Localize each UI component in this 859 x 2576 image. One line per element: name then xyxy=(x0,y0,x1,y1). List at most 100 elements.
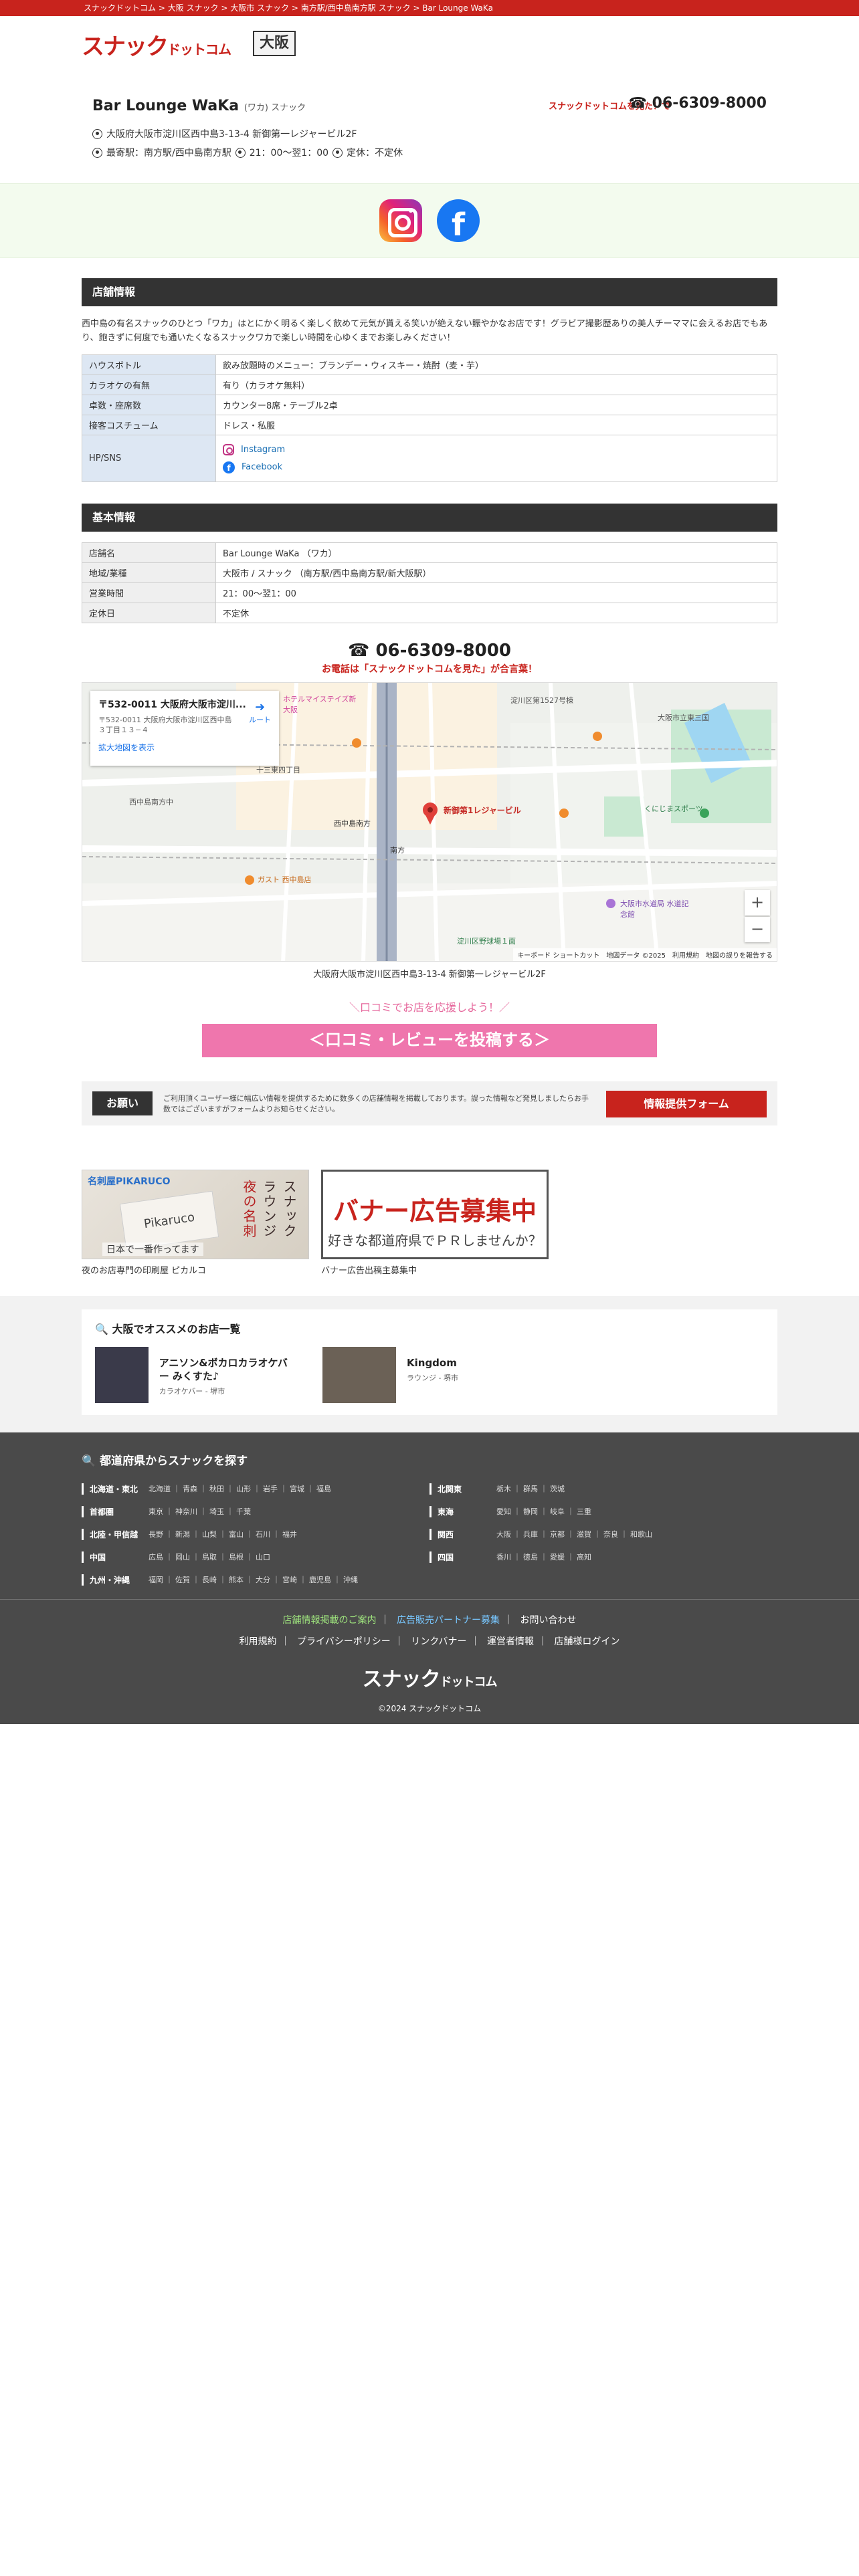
shop-thumbnail xyxy=(322,1347,396,1403)
breadcrumb-item[interactable]: 南方駅/西中島南方駅 スナック xyxy=(301,3,411,13)
clock-icon xyxy=(235,147,246,158)
shop-header: Bar Lounge WaKa (ワカ) スナック スナックドットコムを見た！で… xyxy=(82,60,777,183)
zoom-out-button[interactable]: − xyxy=(745,917,770,942)
banner-caption: バナー広告出稿主募集中 xyxy=(321,1266,417,1276)
info-line: 最寄駅：南方駅/西中島南方駅 21：00〜翌1：00 定休：不定休 xyxy=(92,146,403,159)
region-row: 北海道・東北 北海道 ｜ 青森 ｜ 秋田 ｜ 山形 ｜ 岩手 ｜ 宮城 ｜ 福島 xyxy=(82,1477,430,1500)
row-key: 接客コスチューム xyxy=(82,415,216,435)
prefecture-grid: 北海道・東北 北海道 ｜ 青森 ｜ 秋田 ｜ 山形 ｜ 岩手 ｜ 宮城 ｜ 福島 … xyxy=(82,1477,777,1591)
instagram-icon xyxy=(223,444,234,455)
facebook-icon: f xyxy=(223,461,235,473)
pin-icon xyxy=(92,128,102,139)
footer-link-company[interactable]: 運営者情報 xyxy=(487,1636,534,1647)
banner-ad-recruit[interactable]: バナー広告募集中 好きな都道府県でＰＲしませんか？ バナー広告出稿主募集中 xyxy=(321,1170,549,1276)
row-value: Bar Lounge WaKa （ワカ） xyxy=(215,542,777,563)
shop-info-table: ハウスボトル 飲み放題時のメニュー：ブランデー・ウィスキー・焼酎（麦・芋） カラオ… xyxy=(82,354,777,482)
map-pin-label: 新御第1レジャービル xyxy=(444,806,521,815)
breadcrumb-item[interactable]: 大阪 スナック xyxy=(168,3,219,13)
table-row: ハウスボトル 飲み放題時のメニュー：ブランデー・ウィスキー・焼酎（麦・芋） xyxy=(82,354,777,375)
footer-link-banner[interactable]: リンクバナー xyxy=(411,1636,466,1647)
google-map[interactable]: 新御第1レジャービル 淀川区第1527号棟 大阪市立東三国 西中島南方 南方 十… xyxy=(82,682,777,962)
row-key: 地域/業種 xyxy=(82,562,216,583)
map-info-card: 〒532-0011 大阪府大阪市淀川... 〒532-0011 大阪府大阪市淀川… xyxy=(90,691,279,766)
row-key: カラオケの有無 xyxy=(82,374,216,395)
enlarge-map-link[interactable]: 拡大地図を表示 xyxy=(98,742,271,753)
shop-category: ラウンジ - 堺市 xyxy=(407,1374,458,1382)
search-icon: 🔍 xyxy=(95,1323,108,1335)
footer-title: 🔍 都道府県からスナックを探す xyxy=(82,1455,248,1468)
footer-link-terms[interactable]: 利用規約 xyxy=(240,1636,277,1647)
info-form-button[interactable]: 情報提供フォーム xyxy=(606,1091,767,1117)
directions-icon: ➜ xyxy=(254,700,266,714)
footer-link-login[interactable]: 店舗様ログイン xyxy=(554,1636,619,1647)
instagram-icon[interactable] xyxy=(379,199,422,242)
recommend-title: 🔍 大阪でオススメのお店一覧 xyxy=(95,1323,241,1335)
shop-name: Bar Lounge WaKa (ワカ) スナック xyxy=(92,98,306,114)
row-value: ドレス・私服 xyxy=(215,415,777,435)
table-row: 接客コスチューム ドレス・私服 xyxy=(82,415,777,435)
tel-number[interactable]: ☎ 06-6309-8000 xyxy=(82,641,777,661)
recommend-item[interactable]: アニソン&ボカロカラオケバー みくすた♪ カラオケバー - 堺市 xyxy=(95,1347,296,1403)
map-label: 大阪市水道局 水道記念館 xyxy=(620,899,689,919)
footer-logo[interactable]: スナックドットコム xyxy=(0,1662,859,1692)
footer-link-contact[interactable]: お問い合わせ xyxy=(520,1615,576,1626)
breadcrumb-item[interactable]: スナックドットコム xyxy=(84,3,156,13)
row-value: 21：00〜翌1：00 xyxy=(215,582,777,603)
map-label: 南方 xyxy=(390,846,405,855)
banner-caption: 夜のお店専門の印刷屋 ピカルコ xyxy=(82,1266,206,1276)
map-card-title: 〒532-0011 大阪府大阪市淀川... xyxy=(98,700,246,710)
region-row: 首都圏 東京 ｜ 神奈川 ｜ 埼玉 ｜ 千葉 xyxy=(82,1500,430,1523)
map-label: 淀川区第1527号棟 xyxy=(510,696,573,705)
table-row: 定休日 不定休 xyxy=(82,603,777,623)
region-row: 北陸・甲信越 長野 ｜ 新潟 ｜ 山梨 ｜ 富山 ｜ 石川 ｜ 福井 xyxy=(82,1523,430,1545)
map-card-address: 〒532-0011 大阪府大阪市淀川区西中島３丁目１３−４ xyxy=(98,716,232,734)
map-label: 淀川区野球場１面 xyxy=(457,937,516,946)
basic-info-table: 店舗名 Bar Lounge WaKa （ワカ） 地域/業種 大阪市 / スナック … xyxy=(82,542,777,623)
shop-name: Kingdom xyxy=(407,1357,457,1369)
header-tel[interactable]: ☎ 06-6309-8000 xyxy=(629,95,767,112)
row-value: 不定休 xyxy=(215,603,777,623)
breadcrumb-current: Bar Lounge WaKa xyxy=(422,3,493,13)
shop-name: アニソン&ボカロカラオケバー みくすた♪ xyxy=(159,1357,288,1382)
section-title: 基本情報 xyxy=(82,504,777,532)
route-button[interactable]: ➜ ルート xyxy=(249,700,271,725)
site-logo[interactable]: スナックドットコム xyxy=(82,28,231,61)
banner-pikaruco[interactable]: 名刺屋PIKARUCO Pikaruco スナック ラウンジ 夜の名刺 日本で一… xyxy=(82,1170,309,1276)
map-label: ホテルマイステイズ新大阪 xyxy=(283,695,357,714)
zoom-in-button[interactable]: + xyxy=(745,890,770,916)
request-tag: お願い xyxy=(92,1091,153,1115)
row-value: 有り（カラオケ無料） xyxy=(215,374,777,395)
request-text: ご利用頂くユーザー様に幅広い情報を提供するために数多くの店舗情報を掲載しておりま… xyxy=(163,1094,589,1113)
breadcrumb-item[interactable]: 大阪市 スナック xyxy=(230,3,289,13)
review-cheer: ＼口コミでお店を応援しよう！／ xyxy=(349,1001,510,1014)
table-row: 店舗名 Bar Lounge WaKa （ワカ） xyxy=(82,542,777,563)
prefecture-button[interactable]: 大阪 xyxy=(253,31,296,56)
basic-info-section: 基本情報 店舗名 Bar Lounge WaKa （ワカ） 地域/業種 大阪市 / … xyxy=(82,504,777,623)
recommend-item[interactable]: Kingdom ラウンジ - 堺市 xyxy=(322,1347,523,1403)
region-row: 四国 香川 ｜ 徳島 ｜ 愛媛 ｜ 高知 xyxy=(430,1545,777,1568)
banner-area: 名刺屋PIKARUCO Pikaruco スナック ラウンジ 夜の名刺 日本で一… xyxy=(82,1170,777,1276)
row-value: 飲み放題時のメニュー：ブランデー・ウィスキー・焼酎（麦・芋） xyxy=(215,354,777,375)
footer-links: 店舗情報掲載のご案内｜ 広告販売パートナー募集｜ お問い合わせ 利用規約｜ プラ… xyxy=(0,1599,859,1714)
footer-link-partner[interactable]: 広告販売パートナー募集 xyxy=(397,1615,500,1626)
row-key: HP/SNS xyxy=(82,435,216,482)
map-address: 大阪府大阪市淀川区西中島3-13-4 新御第一レジャービル2F xyxy=(313,970,546,980)
region-row: 北関東 栃木 ｜ 群馬 ｜ 茨城 xyxy=(430,1477,777,1500)
copyright: ©2024 スナックドットコム xyxy=(377,1704,482,1713)
post-review-button[interactable]: ＜口コミ・レビューを投稿する＞ xyxy=(202,1024,657,1057)
footer-link-privacy[interactable]: プライバシーポリシー xyxy=(297,1636,391,1647)
facebook-link[interactable]: f Facebook xyxy=(223,459,770,476)
footer-link-shop[interactable]: 店舗情報掲載のご案内 xyxy=(283,1615,377,1626)
row-key: ハウスボトル xyxy=(82,354,216,375)
facebook-icon[interactable]: f xyxy=(437,199,480,242)
map-attribution: キーボード ショートカット 地図データ ©2025 利用規約 地図の誤りを報告す… xyxy=(513,948,777,961)
header: スナックドットコム 大阪 xyxy=(82,16,777,60)
row-key: 店舗名 xyxy=(82,542,216,563)
region-row: 東海 愛知 ｜ 静岡 ｜ 岐阜 ｜ 三重 xyxy=(430,1500,777,1523)
recommend-section: 🔍 大阪でオススメのお店一覧 アニソン&ボカロカラオケバー みくすた♪ カラオケバ… xyxy=(0,1296,859,1432)
map-label: 西中島南方 xyxy=(334,819,371,828)
banner-image: バナー広告募集中 好きな都道府県でＰＲしませんか？ xyxy=(321,1170,549,1259)
table-row: HP/SNS Instagram f Facebook xyxy=(82,435,777,482)
instagram-link[interactable]: Instagram xyxy=(223,441,770,459)
section-title: 店舗情報 xyxy=(82,278,777,306)
